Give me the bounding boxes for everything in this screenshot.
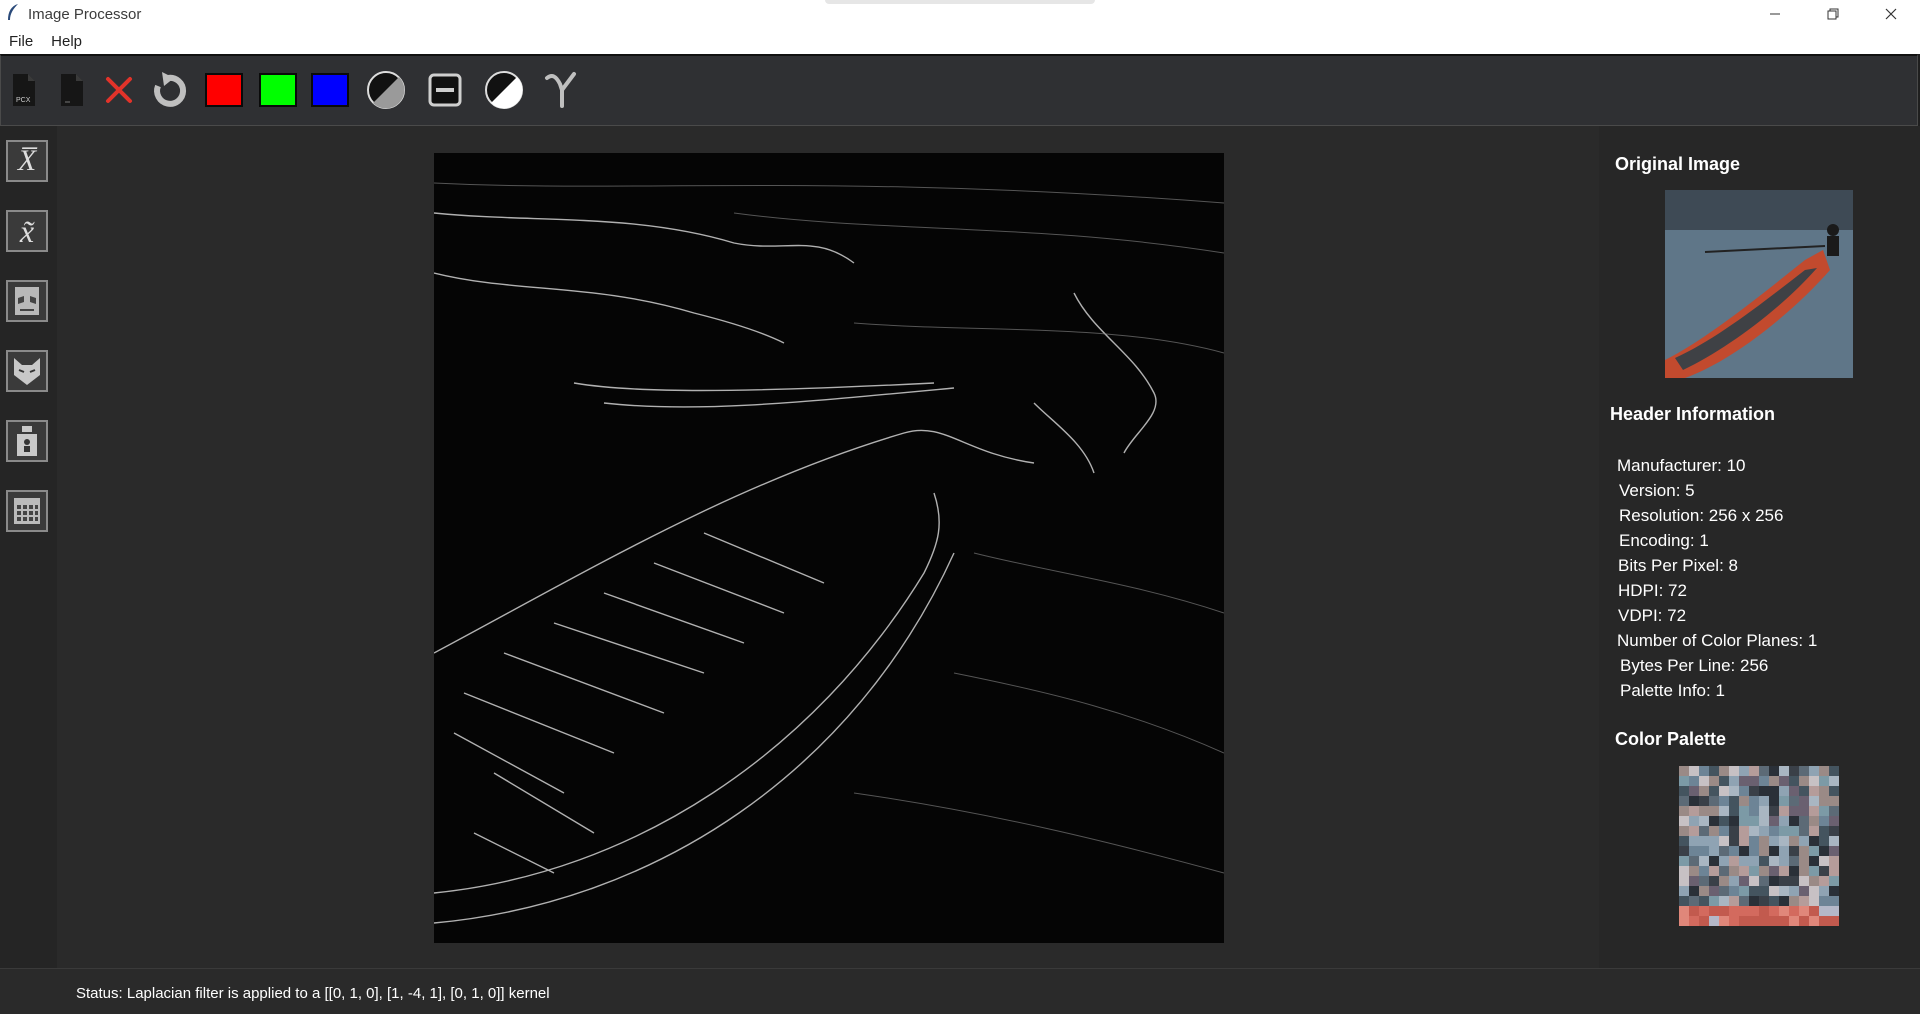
open-pcx-button[interactable]: PCX bbox=[9, 70, 39, 110]
threshold-button[interactable] bbox=[425, 70, 465, 110]
grid-filter-button[interactable] bbox=[6, 490, 48, 532]
header-bits-per-pixel: Bits Per Pixel: 8 bbox=[1618, 556, 1738, 575]
rotate-icon bbox=[154, 72, 187, 107]
sidebar: X̅ x̃ bbox=[0, 126, 57, 968]
cat-icon bbox=[14, 358, 40, 385]
threshold-icon bbox=[428, 73, 462, 107]
median-filter-button[interactable]: x̃ bbox=[6, 210, 48, 252]
header-resolution: Resolution: 256 x 256 bbox=[1619, 506, 1784, 525]
header-bytes-per-line: Bytes Per Line: 256 bbox=[1620, 656, 1769, 675]
close-icon bbox=[106, 77, 132, 103]
minimize-icon bbox=[1770, 13, 1780, 15]
color-palette-grid bbox=[1679, 766, 1839, 926]
close-image-button[interactable] bbox=[101, 70, 137, 110]
lift-button[interactable] bbox=[6, 420, 48, 462]
blank-file-icon bbox=[61, 74, 83, 106]
cat-filter-button[interactable] bbox=[6, 350, 48, 392]
mean-filter-icon: X̅ bbox=[17, 144, 37, 177]
new-file-button[interactable] bbox=[57, 70, 87, 110]
sharpen-icon bbox=[15, 287, 39, 315]
negative-icon bbox=[485, 71, 523, 109]
open-pcx-icon: PCX bbox=[13, 74, 35, 106]
header-palette-info: Palette Info: 1 bbox=[1620, 681, 1725, 700]
status-bar: Status: Laplacian filter is applied to a… bbox=[0, 968, 1920, 1014]
red-channel-button[interactable] bbox=[205, 70, 243, 110]
title-bar: Image Processor bbox=[0, 0, 1920, 28]
median-filter-icon: x̃ bbox=[19, 212, 35, 249]
minimize-button[interactable] bbox=[1746, 0, 1804, 28]
window-title: Image Processor bbox=[28, 5, 142, 23]
rotate-button[interactable] bbox=[147, 70, 191, 110]
header-information-heading: Header Information bbox=[1610, 404, 1776, 424]
sharpen-button[interactable] bbox=[6, 280, 48, 322]
header-encoding: Encoding: 1 bbox=[1619, 531, 1709, 550]
header-color-planes: Number of Color Planes: 1 bbox=[1617, 631, 1818, 650]
header-hdpi: HDPI: 72 bbox=[1618, 581, 1687, 600]
header-version: Version: 5 bbox=[1619, 481, 1695, 500]
negative-button[interactable] bbox=[483, 70, 525, 110]
blue-channel-button[interactable] bbox=[311, 70, 349, 110]
red-swatch bbox=[205, 73, 243, 107]
close-window-button[interactable] bbox=[1862, 0, 1920, 28]
original-image-thumbnail bbox=[1665, 190, 1853, 378]
gamma-button[interactable] bbox=[541, 70, 583, 110]
right-panel: Original Image Header Information Manufa… bbox=[1599, 126, 1920, 968]
header-vdpi: VDPI: 72 bbox=[1618, 606, 1687, 625]
menu-file[interactable]: File bbox=[0, 33, 42, 50]
grayscale-icon bbox=[367, 71, 405, 109]
svg-text:PCX: PCX bbox=[16, 97, 31, 104]
status-text: Status: Laplacian filter is applied to a… bbox=[76, 985, 550, 1002]
toolbar: PCX bbox=[0, 54, 1918, 126]
title-notch bbox=[825, 0, 1095, 4]
green-channel-button[interactable] bbox=[259, 70, 297, 110]
app-feather-icon bbox=[0, 3, 26, 26]
green-swatch bbox=[259, 73, 297, 107]
close-window-icon bbox=[1885, 8, 1897, 20]
menu-bar: File Help bbox=[0, 28, 1920, 54]
blue-swatch bbox=[311, 73, 349, 107]
lift-icon bbox=[17, 426, 37, 456]
processed-image bbox=[433, 153, 1225, 943]
gamma-icon bbox=[545, 72, 576, 108]
menu-help[interactable]: Help bbox=[42, 33, 91, 50]
color-palette-heading: Color Palette bbox=[1615, 729, 1727, 749]
mean-filter-button[interactable]: X̅ bbox=[6, 140, 48, 182]
restore-button[interactable] bbox=[1804, 0, 1862, 28]
grayscale-button[interactable] bbox=[365, 70, 407, 110]
original-image-heading: Original Image bbox=[1615, 154, 1741, 174]
header-manufacturer: Manufacturer: 10 bbox=[1617, 456, 1746, 475]
grid-icon bbox=[14, 498, 40, 524]
restore-icon bbox=[1827, 8, 1839, 20]
